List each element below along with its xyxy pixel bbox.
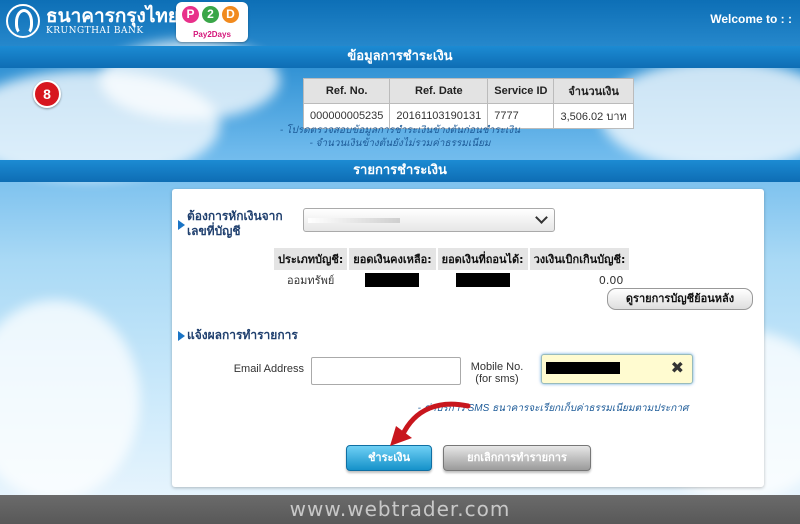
p2d-letter-d: D [222, 6, 239, 23]
payment-info-heading: ข้อมูลการชำระเงิน [0, 46, 800, 68]
account-type-value: ออมทรัพย์ [286, 274, 335, 287]
notify-result-label: แจ้งผลการทำรายการ [187, 328, 298, 342]
pay2days-logo: P 2 D Pay2Days [176, 2, 248, 42]
col-withdrawable: ยอดเงินที่ถอนได้: [437, 248, 528, 270]
account-select-placeholder-bar [308, 218, 400, 223]
debit-account-label: ต้องการหักเงินจาก เลขที่บัญชี [187, 209, 283, 239]
table-row: ออมทรัพย์ 0.00 [274, 270, 629, 290]
email-field[interactable] [311, 357, 461, 385]
account-history-button[interactable]: ดูรายการบัญชีย้อนหลัง [607, 288, 753, 310]
red-pointer-arrow-icon [390, 401, 471, 446]
debit-label-line2: เลขที่บัญชี [187, 224, 241, 238]
note-line-2: - จำนวนเงินข้างต้นยังไม่รวมค่าธรรมเนียม [309, 138, 491, 149]
payment-list-heading: รายการชำระเงิน [0, 160, 800, 182]
email-label: Email Address [233, 363, 304, 375]
p2d-letter-2: 2 [202, 6, 219, 23]
debit-label-line1: ต้องการหักเงินจาก [187, 209, 283, 223]
bank-name-th: ธนาคารกรุงไทย [46, 4, 180, 27]
withdrawable-value-redacted [438, 270, 528, 290]
section-arrow-icon [178, 331, 185, 341]
mobile-value-redacted [546, 362, 620, 374]
mobile-label-line2: (for sms) [475, 373, 519, 385]
p2d-letter-p: P [182, 6, 199, 23]
bank-emblem-icon [6, 4, 40, 38]
bank-name-en: KRUNGTHAI BANK [46, 25, 144, 36]
col-overdraft: วงเงินเบิกเกินบัญชี: [529, 248, 630, 270]
mobile-field[interactable]: ✖ [541, 354, 693, 384]
overdraft-value: 0.00 [598, 273, 624, 287]
top-bar: ธนาคารกรุงไทย KRUNGTHAI BANK P 2 D Pay2D… [0, 0, 800, 45]
p2d-tagline: Pay2Days [193, 30, 231, 39]
account-select[interactable] [303, 208, 555, 232]
mobile-label: Mobile No. (for sms) [462, 361, 532, 385]
col-ref-no: Ref. No. [302, 78, 391, 104]
watermark: www.webtrader.com [289, 497, 511, 521]
balance-value-redacted [349, 270, 435, 290]
col-ref-date: Ref. Date [389, 78, 489, 104]
col-balance: ยอดเงินคงเหลือ: [349, 248, 436, 270]
chevron-down-icon [535, 211, 548, 224]
reference-table: Ref. No. Ref. Date Service ID จำนวนเงิน … [302, 78, 634, 129]
col-amount: จำนวนเงิน [553, 78, 634, 104]
payment-notes: - โปรดตรวจสอบข้อมูลการชำระเงินข้างต้นก่อ… [0, 124, 800, 150]
bank-logo[interactable]: ธนาคารกรุงไทย KRUNGTHAI BANK [6, 4, 179, 38]
mobile-label-line1: Mobile No. [470, 361, 524, 373]
step-badge: 8 [33, 80, 61, 108]
section-arrow-icon [178, 220, 185, 230]
welcome-text: Welcome to : : [710, 12, 792, 26]
col-service-id: Service ID [487, 78, 555, 104]
clear-icon[interactable]: ✖ [671, 358, 684, 378]
col-account-type: ประเภทบัญชี: [274, 248, 348, 270]
account-info-table: ประเภทบัญชี: ยอดเงินคงเหลือ: ยอดเงินที่ถ… [272, 248, 631, 290]
note-line-1: - โปรดตรวจสอบข้อมูลการชำระเงินข้างต้นก่อ… [279, 125, 521, 136]
